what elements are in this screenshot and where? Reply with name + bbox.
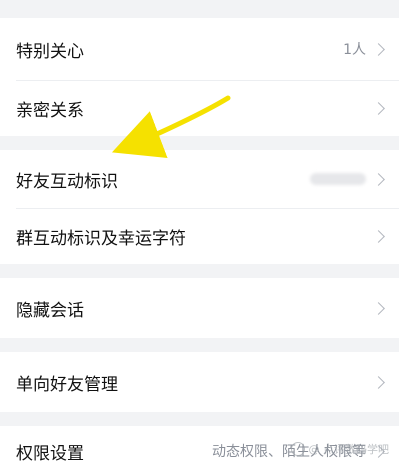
chevron-right-icon [372,229,385,243]
intimate-right [372,101,389,115]
chevron-right-icon [372,301,385,315]
chevron-right-icon [372,375,385,389]
watermark-text: @ 点评数码学吧 [308,443,390,456]
blurred-value [310,173,366,185]
watermark-icon [290,442,305,456]
section-gap-2 [0,264,399,278]
settings-group-3: 隐藏会话 [0,278,399,338]
section-gap-4 [0,412,399,426]
settings-group-1: 特别关心 1人 亲密关系 [0,18,399,136]
hidden-chats-label: 隐藏会话 [16,300,84,321]
chevron-right-icon [372,172,385,186]
special-care-count: 1人 [343,42,366,58]
one-way-friends-right [372,375,389,389]
settings-group-4: 单向好友管理 [0,352,399,412]
hidden-chats-right [372,301,389,315]
special-care-label: 特别关心 [16,41,84,62]
top-spacer [0,0,399,18]
chevron-right-icon [372,101,385,115]
intimate-label: 亲密关系 [16,100,84,121]
watermark: @ 点评数码学吧 [290,441,390,457]
group-interaction-row[interactable]: 群互动标识及幸运字符 [0,208,399,264]
section-gap-3 [0,338,399,352]
friend-interaction-row[interactable]: 好友互动标识 [0,150,399,208]
intimate-row[interactable]: 亲密关系 [0,80,399,136]
permissions-label: 权限设置 [16,443,84,464]
chevron-right-icon [372,42,385,56]
settings-group-2: 好友互动标识 群互动标识及幸运字符 [0,150,399,264]
group-interaction-label: 群互动标识及幸运字符 [16,228,186,249]
group-interaction-right [372,229,389,243]
hidden-chats-row[interactable]: 隐藏会话 [0,278,399,338]
special-care-right: 1人 [343,39,389,59]
friend-interaction-right [310,172,389,186]
section-gap-1 [0,136,399,150]
special-care-row[interactable]: 特别关心 1人 [0,18,399,80]
one-way-friends-label: 单向好友管理 [16,374,118,395]
friend-interaction-label: 好友互动标识 [16,171,118,192]
one-way-friends-row[interactable]: 单向好友管理 [0,352,399,412]
